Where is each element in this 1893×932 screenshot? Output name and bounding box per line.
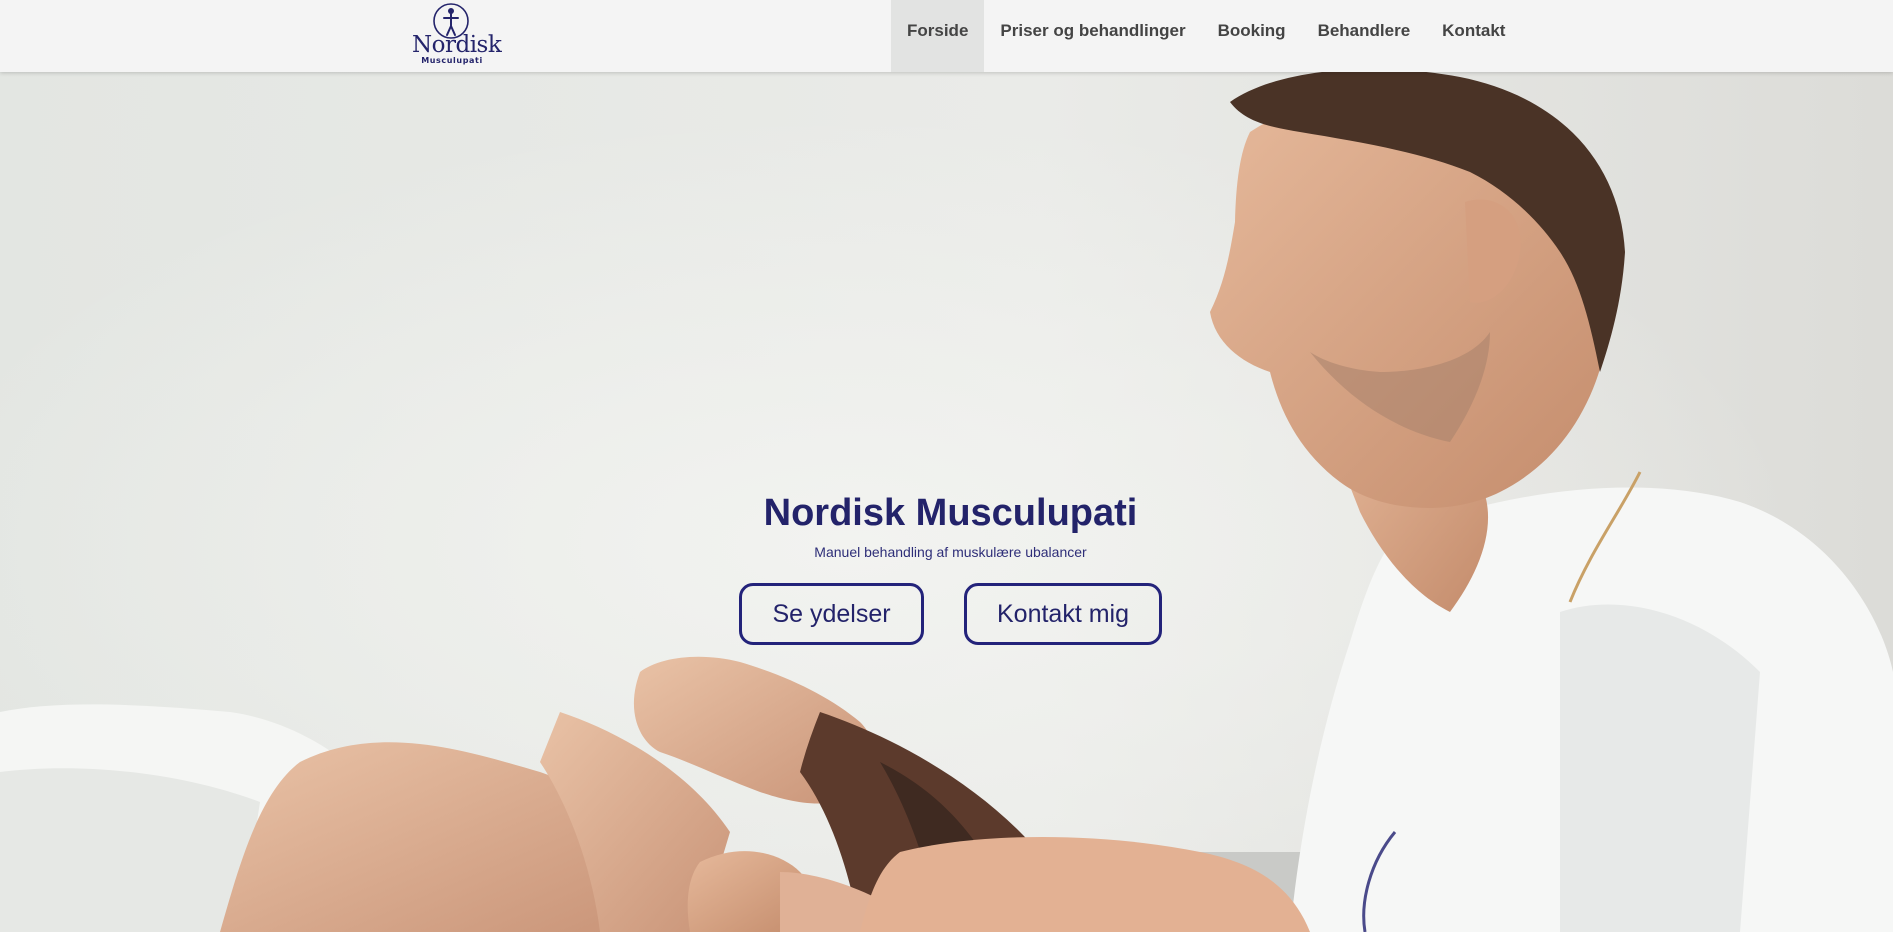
hero-title: Nordisk Musculupati: [763, 492, 1138, 534]
hero-section: Nordisk Musculupati Manuel behandling af…: [0, 72, 1893, 932]
site-header: Nordisk Musculupati Forside Priser og be…: [0, 0, 1893, 72]
nav-item-forside[interactable]: Forside: [891, 0, 985, 72]
contact-me-button[interactable]: Kontakt mig: [964, 583, 1162, 645]
hero-subtitle: Manuel behandling af muskulære ubalancer: [814, 544, 1087, 560]
logo[interactable]: Nordisk Musculupati: [412, 2, 502, 66]
logo-wordmark: Nordisk: [412, 32, 502, 58]
nav-item-kontakt[interactable]: Kontakt: [1426, 0, 1521, 72]
nav-item-priser[interactable]: Priser og behandlinger: [984, 0, 1201, 72]
main-nav: Forside Priser og behandlinger Booking B…: [891, 0, 1521, 72]
nav-item-booking[interactable]: Booking: [1202, 0, 1302, 72]
logo-subtitle: Musculupati: [421, 56, 483, 65]
nav-item-behandlere[interactable]: Behandlere: [1302, 0, 1427, 72]
see-services-button[interactable]: Se ydelser: [739, 583, 924, 645]
